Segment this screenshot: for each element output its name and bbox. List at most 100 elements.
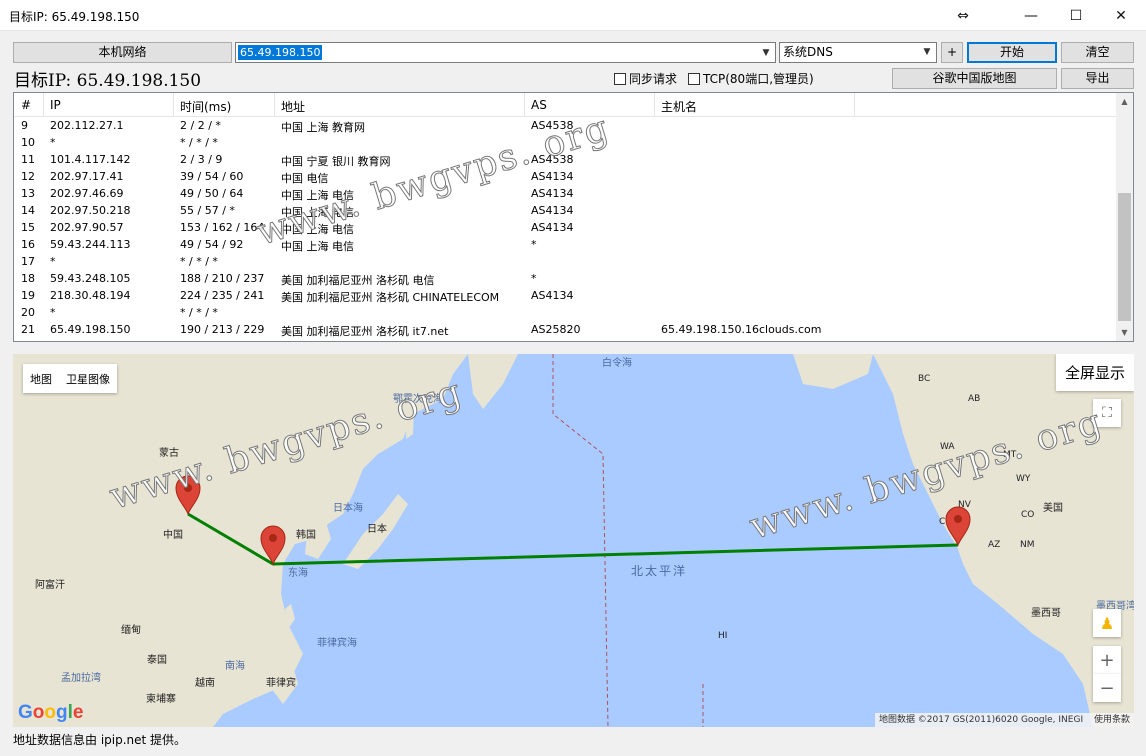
map-label-mexico: 墨西哥 bbox=[1031, 608, 1061, 619]
row-as: AS4134 bbox=[531, 170, 574, 183]
table-row[interactable]: 15 202.97.90.57 153 / 162 / 164 中国 上海 电信 AS4… bbox=[14, 220, 1118, 237]
table-row[interactable]: 10 * * / * / * bbox=[14, 135, 1118, 152]
add-button[interactable]: + bbox=[941, 42, 963, 63]
table-row[interactable]: 17 * * / * / * bbox=[14, 254, 1118, 271]
map-label-afghanistan: 阿富汗 bbox=[35, 580, 65, 591]
table-row[interactable]: 18 59.43.248.105 188 / 210 / 237 美国 加利福尼亚州 … bbox=[14, 271, 1118, 288]
map-label-japan: 日本 bbox=[367, 524, 387, 535]
row-as: * bbox=[531, 272, 537, 285]
map-type-control: 地图 卫星图像 bbox=[23, 364, 117, 393]
zoom-in-button[interactable]: + bbox=[1093, 646, 1121, 674]
google-china-map-button[interactable]: 谷歌中国版地图 bbox=[892, 68, 1057, 89]
row-ip: 202.97.17.41 bbox=[50, 170, 124, 183]
column-divider[interactable] bbox=[274, 93, 275, 117]
row-as: AS4134 bbox=[531, 289, 574, 302]
checkbox-box[interactable] bbox=[688, 72, 700, 85]
column-divider[interactable] bbox=[854, 93, 855, 117]
row-ip: 202.112.27.1 bbox=[50, 119, 124, 132]
start-button[interactable]: 开始 bbox=[967, 42, 1057, 63]
sync-request-checkbox[interactable]: 同步请求 bbox=[614, 70, 677, 87]
column-header-index[interactable]: # bbox=[21, 98, 31, 112]
table-row[interactable]: 19 218.30.48.194 224 / 235 / 241 美国 加利福尼亚州 … bbox=[14, 288, 1118, 305]
fullscreen-icon[interactable]: ⛶ bbox=[1093, 399, 1121, 427]
map-label-thailand: 泰国 bbox=[147, 655, 167, 666]
terms-link[interactable]: 使用条款 bbox=[1094, 715, 1130, 725]
tcp-label: TCP(80端口,管理员) bbox=[703, 72, 814, 86]
column-divider[interactable] bbox=[173, 93, 174, 117]
row-index: 19 bbox=[21, 289, 35, 302]
map-label-nv: NV bbox=[958, 500, 971, 510]
map-type-map-button[interactable]: 地图 bbox=[23, 371, 59, 387]
table-scrollbar[interactable]: ▲ ▼ bbox=[1116, 93, 1133, 341]
map-label-china: 中国 bbox=[163, 530, 183, 541]
minimize-button[interactable]: — bbox=[1008, 0, 1054, 31]
row-ip: 101.4.117.142 bbox=[50, 153, 131, 166]
column-divider[interactable] bbox=[43, 93, 44, 117]
map-label-wa: WA bbox=[940, 442, 955, 452]
map-label-mongolia: 蒙古 bbox=[159, 448, 179, 459]
row-index: 9 bbox=[21, 119, 28, 132]
table-row[interactable]: 9 202.112.27.1 2 / 2 / * 中国 上海 教育网 AS4538 bbox=[14, 118, 1118, 135]
map-data-attribution: 地图数据 ©2017 GS(2011)6020 Google, INEGI bbox=[878, 715, 1084, 725]
map-label-south-sea: 南海 bbox=[225, 661, 245, 672]
map-label-okhotsk: 鄂霍次克海 bbox=[393, 394, 443, 405]
row-as: * bbox=[531, 238, 537, 251]
target-ip-input[interactable]: 65.49.198.150 ▼ bbox=[235, 42, 776, 63]
checkbox-box[interactable] bbox=[614, 72, 626, 85]
column-header-as[interactable]: AS bbox=[531, 98, 547, 112]
table-row[interactable]: 11 101.4.117.142 2 / 3 / 9 中国 宁夏 银川 教育网 AS45… bbox=[14, 152, 1118, 169]
map-label-philippine-sea: 菲律宾海 bbox=[317, 638, 357, 649]
map-attribution: 地图数据 ©2017 GS(2011)6020 Google, INEGI 使用… bbox=[874, 713, 1134, 727]
map-label-cambodia: 柬埔寨 bbox=[146, 694, 176, 705]
row-hostname: 65.49.198.150.16clouds.com bbox=[661, 323, 822, 336]
row-index: 16 bbox=[21, 238, 35, 251]
route-map[interactable]: 蒙古 中国 韩国 日本 日本海 东海 鄂霍次克海 北太平洋 阿富汗 缅甸 泰国 … bbox=[13, 354, 1134, 727]
trace-results-table[interactable]: # IP 时间(ms) 地址 AS 主机名 9 202.112.27.1 2 / 2… bbox=[13, 92, 1134, 342]
maximize-button[interactable]: ☐ bbox=[1053, 0, 1099, 31]
window-title: 目标IP: 65.49.198.150 bbox=[9, 10, 140, 24]
map-label-nm: NM bbox=[1020, 540, 1035, 550]
column-divider[interactable] bbox=[524, 93, 525, 117]
column-divider[interactable] bbox=[654, 93, 655, 117]
row-index: 15 bbox=[21, 221, 35, 234]
scroll-up-icon[interactable]: ▲ bbox=[1116, 93, 1133, 110]
row-ip: 218.30.48.194 bbox=[50, 289, 131, 302]
row-time: 2 / 3 / 9 bbox=[180, 153, 223, 166]
google-logo: Google bbox=[18, 702, 84, 723]
table-row[interactable]: 14 202.97.50.218 55 / 57 / * 中国 上海 电信 AS4134 bbox=[14, 203, 1118, 220]
table-row[interactable]: 12 202.97.17.41 39 / 54 / 60 中国 电信 AS4134 bbox=[14, 169, 1118, 186]
export-button[interactable]: 导出 bbox=[1061, 68, 1134, 89]
fullscreen-text-button[interactable]: 全屏显示 bbox=[1056, 354, 1134, 391]
row-time: 188 / 210 / 237 bbox=[180, 272, 265, 285]
table-row[interactable]: 21 65.49.198.150 190 / 213 / 229 美国 加利福尼亚州 … bbox=[14, 322, 1118, 339]
table-row[interactable]: 13 202.97.46.69 49 / 50 / 64 中国 上海 电信 AS4134 bbox=[14, 186, 1118, 203]
tcp-checkbox[interactable]: TCP(80端口,管理员) bbox=[688, 70, 814, 87]
scrollbar-thumb[interactable] bbox=[1118, 193, 1131, 321]
column-header-hostname[interactable]: 主机名 bbox=[661, 98, 697, 115]
resize-icon[interactable]: ⇔ bbox=[940, 0, 986, 31]
row-ip: 59.43.248.105 bbox=[50, 272, 131, 285]
map-label-bering: 白令海 bbox=[602, 358, 632, 369]
status-text: 地址数据信息由 ipip.net 提供。 bbox=[13, 733, 187, 747]
column-header-address[interactable]: 地址 bbox=[281, 98, 305, 115]
close-button[interactable]: ✕ bbox=[1098, 0, 1144, 31]
row-address: 中国 上海 电信 bbox=[281, 206, 354, 219]
zoom-out-button[interactable]: − bbox=[1093, 674, 1121, 702]
column-header-time[interactable]: 时间(ms) bbox=[180, 98, 231, 115]
clear-button[interactable]: 清空 bbox=[1061, 42, 1134, 63]
row-as: AS25820 bbox=[531, 323, 581, 336]
row-time: 49 / 54 / 92 bbox=[180, 238, 244, 251]
table-row[interactable]: 16 59.43.244.113 49 / 54 / 92 中国 上海 电信 * bbox=[14, 237, 1118, 254]
chevron-down-icon[interactable]: ▼ bbox=[757, 43, 775, 62]
map-label-hawaii: HI bbox=[718, 631, 728, 641]
row-time: * / * / * bbox=[180, 136, 218, 149]
scroll-down-icon[interactable]: ▼ bbox=[1116, 324, 1133, 341]
map-label-korea: 韩国 bbox=[296, 530, 316, 541]
row-ip: 202.97.50.218 bbox=[50, 204, 131, 217]
map-type-satellite-button[interactable]: 卫星图像 bbox=[59, 371, 117, 387]
table-row[interactable]: 20 * * / * / * bbox=[14, 305, 1118, 322]
dns-select[interactable]: 系统DNS ▼ bbox=[779, 42, 937, 63]
local-network-button[interactable]: 本机网络 bbox=[13, 42, 232, 63]
pegman-icon[interactable]: ♟ bbox=[1093, 609, 1121, 637]
column-header-ip[interactable]: IP bbox=[50, 98, 61, 112]
